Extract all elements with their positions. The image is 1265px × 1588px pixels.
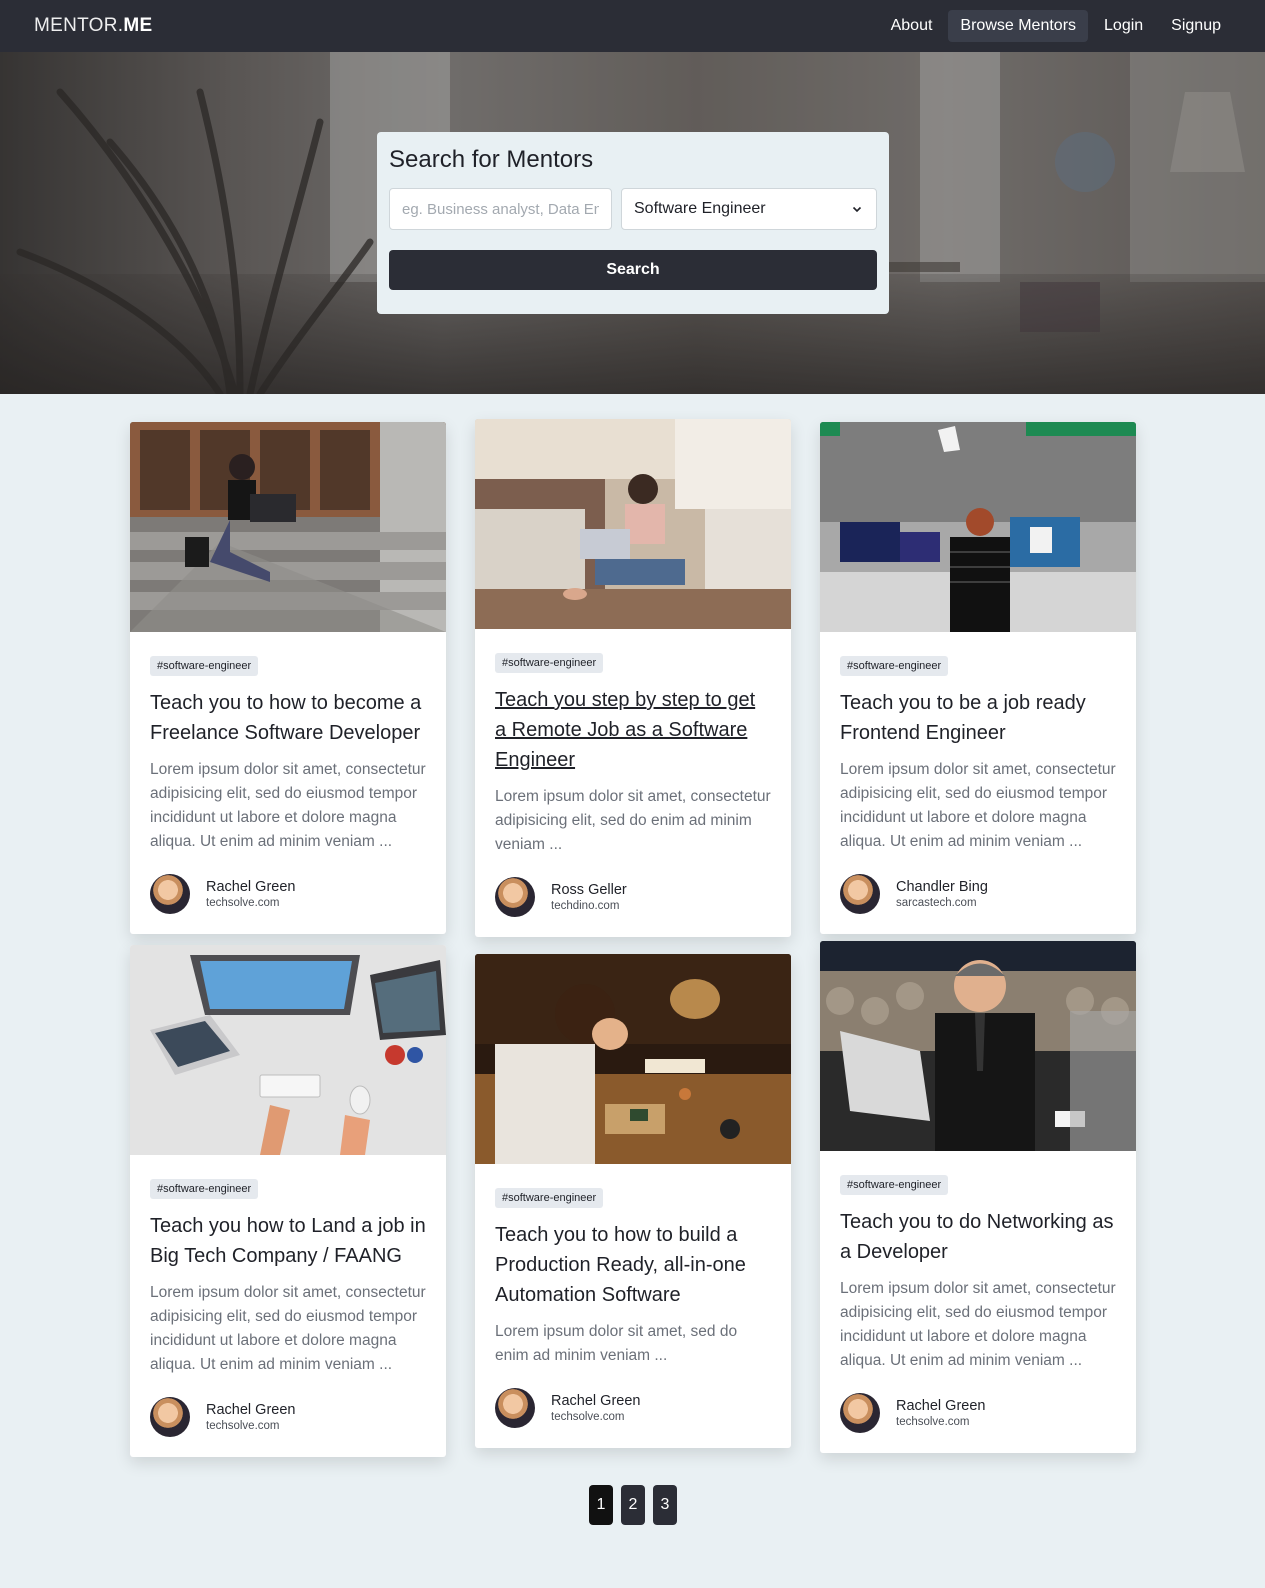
nav-links: About Browse Mentors Login Signup bbox=[879, 10, 1233, 42]
page-button-1[interactable]: 1 bbox=[589, 1485, 613, 1525]
chevron-down-icon bbox=[852, 206, 862, 213]
nav-link-about[interactable]: About bbox=[879, 10, 945, 42]
card-image bbox=[130, 422, 446, 632]
category-tag[interactable]: #software-engineer bbox=[495, 1188, 604, 1208]
card-title[interactable]: Teach you to do Networking as a Develope… bbox=[840, 1207, 1116, 1267]
author-info: Rachel Green techsolve.com bbox=[495, 1388, 771, 1428]
card-title[interactable]: Teach you step by step to get a Remote J… bbox=[495, 685, 771, 775]
card-title[interactable]: Teach you to how to become a Freelance S… bbox=[150, 688, 426, 748]
card-image bbox=[820, 422, 1136, 632]
author-info: Rachel Green techsolve.com bbox=[150, 1397, 426, 1437]
brand-logo[interactable]: MENTOR.ME bbox=[34, 15, 152, 37]
author-name: Rachel Green bbox=[896, 1398, 986, 1414]
mentor-card[interactable]: #software-engineer Teach you how to Land… bbox=[130, 945, 446, 1457]
author-name: Chandler Bing bbox=[896, 879, 988, 895]
card-image bbox=[820, 941, 1136, 1151]
card-image bbox=[475, 419, 791, 629]
category-tag[interactable]: #software-engineer bbox=[150, 656, 259, 676]
nav-link-signup[interactable]: Signup bbox=[1159, 10, 1233, 42]
card-description: Lorem ipsum dolor sit amet, consectetur … bbox=[150, 761, 426, 850]
top-navbar: MENTOR.ME About Browse Mentors Login Sig… bbox=[0, 0, 1265, 52]
search-button[interactable]: Search bbox=[389, 250, 877, 290]
author-name: Rachel Green bbox=[206, 879, 296, 895]
author-site: techsolve.com bbox=[551, 1411, 625, 1423]
card-title[interactable]: Teach you how to Land a job in Big Tech … bbox=[150, 1211, 426, 1271]
card-image bbox=[130, 945, 446, 1155]
mentor-card[interactable]: #software-engineer Teach you to how to b… bbox=[475, 954, 791, 1448]
author-info: Rachel Green techsolve.com bbox=[150, 874, 426, 914]
avatar bbox=[150, 1397, 190, 1437]
card-title[interactable]: Teach you to be a job ready Frontend Eng… bbox=[840, 688, 1116, 748]
avatar bbox=[840, 874, 880, 914]
role-select-value: Software Engineer bbox=[634, 200, 766, 217]
author-site: sarcastech.com bbox=[896, 897, 977, 909]
card-description: Lorem ipsum dolor sit amet, consectetur … bbox=[840, 1280, 1116, 1369]
author-name: Rachel Green bbox=[551, 1393, 641, 1409]
card-title[interactable]: Teach you to how to build a Production R… bbox=[495, 1220, 771, 1310]
author-info: Chandler Bing sarcastech.com bbox=[840, 874, 1116, 914]
avatar bbox=[495, 1388, 535, 1428]
page-button-2[interactable]: 2 bbox=[621, 1485, 645, 1525]
mentor-card[interactable]: #software-engineer Teach you to be a job… bbox=[820, 422, 1136, 934]
category-tag[interactable]: #software-engineer bbox=[840, 656, 949, 676]
category-tag[interactable]: #software-engineer bbox=[840, 1175, 949, 1195]
author-site: techsolve.com bbox=[206, 1420, 280, 1432]
mentor-card[interactable]: #software-engineer Teach you to do Netwo… bbox=[820, 941, 1136, 1453]
search-panel: Search for Mentors Software Engineer Sea… bbox=[377, 132, 889, 314]
search-title: Search for Mentors bbox=[389, 146, 594, 173]
mentor-card[interactable]: #software-engineer Teach you to how to b… bbox=[130, 422, 446, 934]
card-description: Lorem ipsum dolor sit amet, consectetur … bbox=[840, 761, 1116, 850]
category-tag[interactable]: #software-engineer bbox=[150, 1179, 259, 1199]
author-info: Rachel Green techsolve.com bbox=[840, 1393, 1116, 1433]
author-name: Ross Geller bbox=[551, 882, 627, 898]
page-button-3[interactable]: 3 bbox=[653, 1485, 677, 1525]
pagination: 1 2 3 bbox=[589, 1485, 677, 1525]
category-tag[interactable]: #software-engineer bbox=[495, 653, 604, 673]
card-description: Lorem ipsum dolor sit amet, consectetur … bbox=[150, 1284, 426, 1373]
card-image bbox=[475, 954, 791, 1164]
role-select[interactable]: Software Engineer bbox=[621, 188, 877, 230]
card-description: Lorem ipsum dolor sit amet, consectetur … bbox=[495, 788, 771, 853]
author-site: techsolve.com bbox=[896, 1416, 970, 1428]
mentor-card[interactable]: #software-engineer Teach you step by ste… bbox=[475, 419, 791, 937]
author-site: techsolve.com bbox=[206, 897, 280, 909]
avatar bbox=[150, 874, 190, 914]
search-input[interactable] bbox=[389, 188, 612, 230]
nav-link-browse-mentors[interactable]: Browse Mentors bbox=[948, 10, 1089, 42]
nav-link-login[interactable]: Login bbox=[1092, 10, 1155, 42]
author-info: Ross Geller techdino.com bbox=[495, 877, 771, 917]
avatar bbox=[495, 877, 535, 917]
author-name: Rachel Green bbox=[206, 1402, 296, 1418]
author-site: techdino.com bbox=[551, 900, 620, 912]
avatar bbox=[840, 1393, 880, 1433]
card-description: Lorem ipsum dolor sit amet, sed do enim … bbox=[495, 1323, 738, 1364]
